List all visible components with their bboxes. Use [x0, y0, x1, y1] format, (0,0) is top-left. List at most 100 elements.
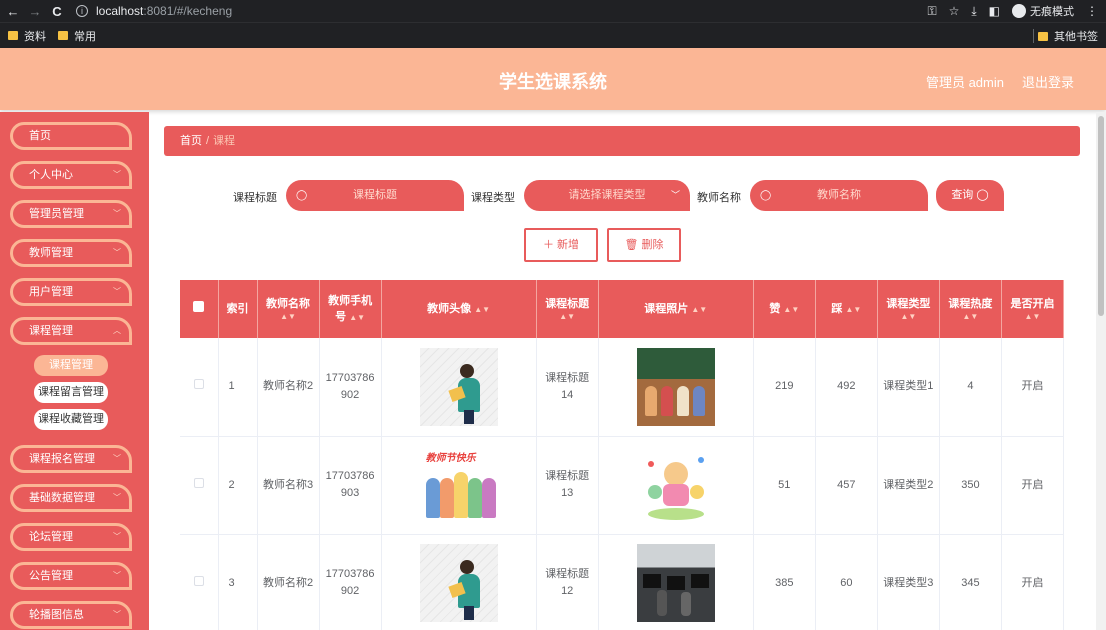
star-icon[interactable]: ☆	[949, 4, 960, 18]
breadcrumb-separator: /	[206, 135, 210, 147]
reload-button[interactable]: C	[48, 4, 66, 19]
cell-phone: 17703786902	[319, 338, 382, 437]
course-type-label: 课程类型	[471, 192, 515, 204]
sort-icon[interactable]: ▲▼	[691, 305, 707, 314]
header-dislikes[interactable]: 踩 ▲▼	[815, 280, 878, 338]
bookmark-folder[interactable]: 资料	[8, 28, 46, 44]
header-is-open[interactable]: 是否开启 ▲▼	[1001, 280, 1064, 338]
sidebar: 首页 个人中心 ﹀ 管理员管理 ﹀ 教师管理 ﹀ 用户管理 ﹀ 课程管理 ︿ 课程管理 课…	[0, 112, 149, 630]
teacher-name-label: 教师名称	[697, 192, 741, 204]
header-teacher-phone[interactable]: 教师手机号 ▲▼	[319, 280, 382, 338]
folder-icon	[8, 31, 18, 40]
teacher-name-input[interactable]: ◯ 教师名称	[750, 180, 928, 211]
breadcrumb: 首页 / 课程	[164, 126, 1080, 156]
url-path: :8081/#/kecheng	[143, 4, 233, 18]
image-banner-text: 教师节快乐	[425, 453, 476, 464]
folder-icon	[1038, 31, 1048, 41]
plus-icon: ＋	[542, 239, 554, 251]
cell-type: 课程类型2	[877, 436, 940, 535]
row-checkbox[interactable]	[193, 477, 204, 488]
sort-icon[interactable]: ▲▼	[783, 305, 799, 314]
cell-type: 课程类型3	[877, 534, 940, 630]
key-icon[interactable]: ⚿	[927, 4, 936, 19]
cell-heat: 345	[939, 534, 1002, 630]
sidepanel-icon[interactable]: ◧	[989, 4, 1000, 18]
cell-index: 1	[218, 338, 258, 437]
cell-teacher: 教师名称2	[257, 534, 320, 630]
chevron-down-icon: ﹀	[113, 454, 121, 463]
sort-icon[interactable]: ▲▼	[262, 312, 315, 322]
sort-icon[interactable]: ▲▼	[474, 305, 490, 314]
chevron-down-icon: ﹀	[113, 209, 121, 218]
address-bar[interactable]: i localhost :8081/#/kecheng	[76, 4, 232, 18]
sidebar-item-basedata[interactable]: 基础数据管理 ﹀	[10, 484, 132, 512]
scrollbar-thumb[interactable]	[1098, 116, 1104, 316]
sidebar-item-admins[interactable]: 管理员管理 ﹀	[10, 200, 132, 228]
sidebar-item-profile[interactable]: 个人中心 ﹀	[10, 161, 132, 189]
sidebar-item-forum[interactable]: 论坛管理 ﹀	[10, 523, 132, 551]
row-checkbox[interactable]	[193, 575, 204, 586]
submenu-course-favorites[interactable]: 课程收藏管理	[34, 409, 108, 430]
sort-icon[interactable]: ▲▼	[845, 305, 861, 314]
bookmark-folder[interactable]: 常用	[58, 28, 96, 44]
incognito-icon	[1012, 4, 1026, 18]
sort-icon[interactable]: ▲▼	[882, 312, 935, 322]
teacher-avatar-image	[419, 347, 498, 426]
sort-icon[interactable]: ▲▼	[944, 312, 997, 322]
add-button[interactable]: ＋ 新增	[524, 228, 598, 262]
header-course-photo[interactable]: 课程照片 ▲▼	[598, 280, 754, 338]
sidebar-item-teachers[interactable]: 教师管理 ﹀	[10, 239, 132, 267]
header-likes[interactable]: 赞 ▲▼	[753, 280, 816, 338]
row-checkbox[interactable]	[193, 379, 204, 390]
sort-icon[interactable]: ▲▼	[1006, 312, 1059, 322]
header-course-heat[interactable]: 课程热度 ▲▼	[939, 280, 1002, 338]
course-title-label: 课程标题	[233, 192, 277, 204]
header-teacher-avatar[interactable]: 教师头像 ▲▼	[381, 280, 537, 338]
table-row: 3 教师名称2 17703786902 课程标题12 385 60 课程类型3 …	[180, 534, 1064, 630]
bookmarks-bar: 资料 常用 其他书签	[0, 22, 1106, 48]
cell-heat: 350	[939, 436, 1002, 535]
cell-open: 开启	[1001, 534, 1064, 630]
select-all-checkbox[interactable]	[193, 301, 205, 312]
logout-link[interactable]: 退出登录	[1022, 72, 1074, 91]
download-icon[interactable]: ⤓	[971, 4, 976, 19]
cell-title: 课程标题12	[536, 534, 599, 630]
cell-teacher: 教师名称3	[257, 436, 320, 535]
submenu-course-manage[interactable]: 课程管理	[34, 355, 108, 376]
sidebar-item-courses[interactable]: 课程管理 ︿	[10, 317, 132, 345]
teacher-avatar-image	[419, 544, 498, 622]
sidebar-item-users[interactable]: 用户管理 ﹀	[10, 278, 132, 306]
course-type-select[interactable]: 请选择课程类型 ﹀	[524, 180, 690, 211]
chevron-down-icon: ﹀	[113, 493, 121, 502]
cell-heat: 4	[939, 338, 1002, 437]
cell-likes: 51	[753, 436, 816, 535]
sort-icon[interactable]: ▲▼	[349, 313, 365, 322]
course-title-input[interactable]: ◯ 课程标题	[286, 180, 464, 211]
query-button[interactable]: 查询 ◯	[936, 180, 1004, 211]
sidebar-item-notices[interactable]: 公告管理 ﹀	[10, 562, 132, 590]
breadcrumb-home[interactable]: 首页	[180, 135, 202, 147]
header-course-title[interactable]: 课程标题 ▲▼	[536, 280, 599, 338]
chevron-down-icon: ﹀	[113, 287, 121, 296]
chevron-down-icon: ﹀	[113, 571, 121, 580]
table-header-row: 索引 教师名称 ▲▼ 教师手机号 ▲▼ 教师头像 ▲▼ 课程标题 ▲▼ 课程照片 ▲…	[180, 280, 1064, 338]
header-teacher-name[interactable]: 教师名称 ▲▼	[257, 280, 320, 338]
cell-phone: 17703786903	[319, 436, 382, 535]
site-info-icon[interactable]: i	[76, 5, 88, 17]
select-all-header[interactable]	[180, 280, 219, 338]
back-button[interactable]: ←	[4, 4, 22, 19]
page-scrollbar[interactable]	[1096, 112, 1106, 630]
menu-icon[interactable]: ⋮	[1086, 4, 1098, 18]
sort-icon[interactable]: ▲▼	[541, 312, 594, 322]
submenu-course-comments[interactable]: 课程留言管理	[34, 382, 108, 403]
incognito-indicator[interactable]: 无痕模式	[1012, 3, 1074, 19]
chevron-down-icon: ﹀	[113, 532, 121, 541]
sidebar-item-home[interactable]: 首页	[10, 122, 132, 150]
sidebar-item-enrollments[interactable]: 课程报名管理 ﹀	[10, 445, 132, 473]
sidebar-item-carousel[interactable]: 轮播图信息 ﹀	[10, 601, 132, 629]
header-course-type[interactable]: 课程类型 ▲▼	[877, 280, 940, 338]
chevron-down-icon: ﹀	[670, 190, 680, 200]
forward-button[interactable]: →	[26, 4, 44, 19]
other-bookmarks[interactable]: 其他书签	[1038, 23, 1098, 49]
delete-button[interactable]: 🗑 删除	[607, 228, 681, 262]
